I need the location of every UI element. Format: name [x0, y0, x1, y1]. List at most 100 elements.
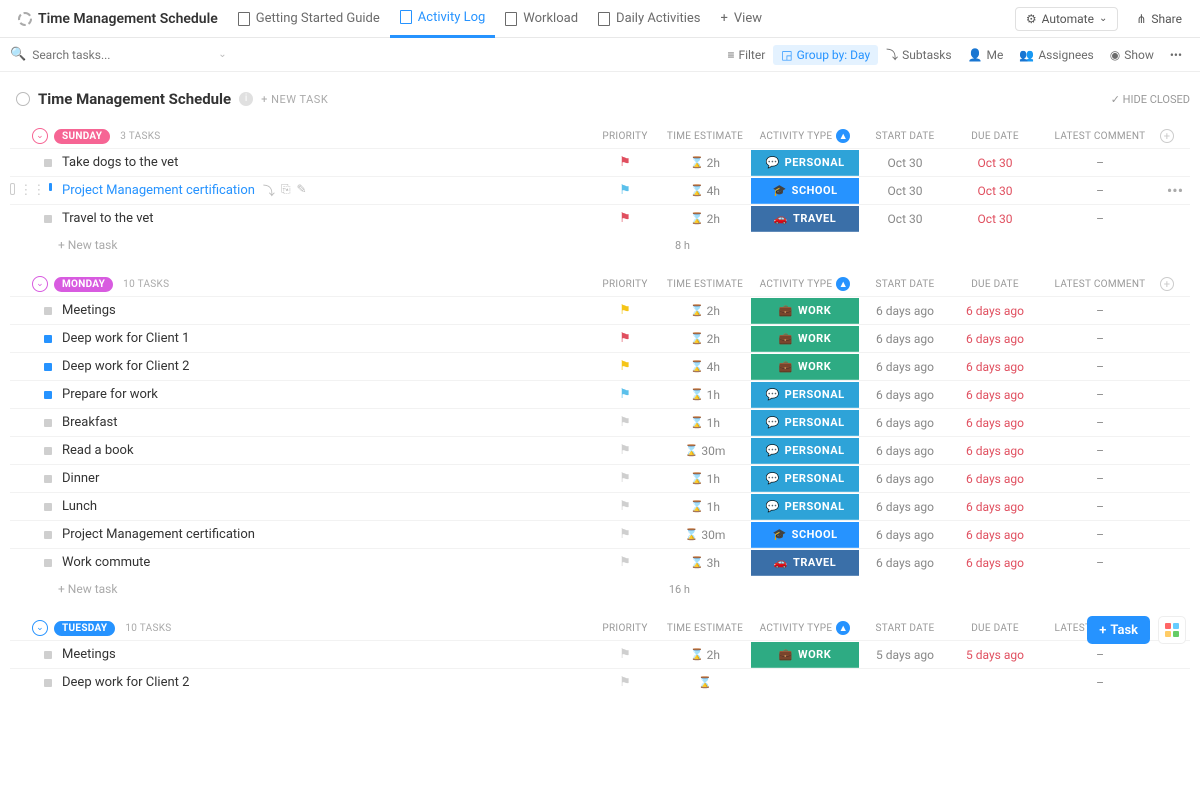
drag-icon[interactable]: ⋮⋮	[19, 183, 45, 198]
estimate-cell[interactable]: ⌛2h	[660, 212, 750, 226]
start-date-cell[interactable]: 6 days ago	[860, 304, 950, 318]
comment-cell[interactable]: –	[1040, 556, 1160, 570]
comment-cell[interactable]: –	[1040, 332, 1160, 346]
start-date-cell[interactable]: Oct 30	[860, 184, 950, 198]
search-input[interactable]	[32, 48, 152, 62]
tab--view[interactable]: +View	[711, 0, 773, 38]
estimate-cell[interactable]: ⌛2h	[660, 304, 750, 318]
task-row[interactable]: Deep work for Client 2⚑⌛4h💼WORK6 days ag…	[10, 352, 1190, 380]
activity-cell[interactable]: 🎓SCHOOL	[750, 522, 860, 548]
filter-option[interactable]: ≡Filter	[719, 45, 773, 65]
due-date-cell[interactable]: 6 days ago	[950, 444, 1040, 458]
priority-cell[interactable]: ⚑	[590, 211, 660, 226]
task-name[interactable]: Breakfast	[58, 415, 590, 430]
comment-cell[interactable]: –	[1040, 304, 1160, 318]
sort-icon[interactable]: ▲	[836, 621, 850, 635]
priority-cell[interactable]: ⚑	[590, 387, 660, 402]
start-date-cell[interactable]: 5 days ago	[860, 648, 950, 662]
due-date-cell[interactable]: 6 days ago	[950, 332, 1040, 346]
me-option[interactable]: 👤Me	[960, 45, 1012, 65]
comment-cell[interactable]: –	[1040, 648, 1160, 662]
subtask-icon[interactable]: ⤵	[263, 182, 275, 199]
task-name[interactable]: Lunch	[58, 499, 590, 514]
activity-cell[interactable]: 💼WORK	[750, 326, 860, 352]
collapse-icon[interactable]: ⌄	[32, 620, 48, 636]
activity-cell[interactable]: 💬PERSONAL	[750, 438, 860, 464]
add-column-button[interactable]: +	[1160, 277, 1190, 291]
priority-cell[interactable]: ⚑	[590, 183, 660, 198]
start-date-cell[interactable]: 6 days ago	[860, 500, 950, 514]
start-date-cell[interactable]: 6 days ago	[860, 388, 950, 402]
page-title-tab[interactable]: Time Management Schedule	[8, 0, 228, 38]
start-date-cell[interactable]: 6 days ago	[860, 444, 950, 458]
due-date-cell[interactable]: 6 days ago	[950, 416, 1040, 430]
priority-cell[interactable]: ⚑	[590, 303, 660, 318]
due-date-cell[interactable]: 5 days ago	[950, 648, 1040, 662]
estimate-cell[interactable]: ⌛1h	[660, 416, 750, 430]
task-name[interactable]: Prepare for work	[58, 387, 590, 402]
task-name[interactable]: Dinner	[58, 471, 590, 486]
tab-daily-activities[interactable]: Daily Activities	[588, 0, 710, 38]
comment-cell[interactable]: –	[1040, 472, 1160, 486]
task-row[interactable]: Dinner⚑⌛1h💬PERSONAL6 days ago6 days ago–	[10, 464, 1190, 492]
task-row[interactable]: Lunch⚑⌛1h💬PERSONAL6 days ago6 days ago–	[10, 492, 1190, 520]
activity-cell[interactable]: 🎓SCHOOL	[750, 178, 860, 204]
tab-workload[interactable]: Workload	[495, 0, 588, 38]
due-date-cell[interactable]: Oct 30	[950, 184, 1040, 198]
task-row[interactable]: Breakfast⚑⌛1h💬PERSONAL6 days ago6 days a…	[10, 408, 1190, 436]
estimate-cell[interactable]: ⌛30m	[660, 444, 750, 458]
task-name[interactable]: Deep work for Client 2	[58, 359, 590, 374]
task-row[interactable]: Project Management certification⚑⌛30m🎓SC…	[10, 520, 1190, 548]
link-icon[interactable]: ⎘	[281, 182, 291, 199]
start-date-cell[interactable]: 6 days ago	[860, 472, 950, 486]
task-row[interactable]: ⋮⋮Project Management certification⤵⎘✎⚑⌛4…	[10, 176, 1190, 204]
task-row[interactable]: Read a book⚑⌛30m💬PERSONAL6 days ago6 day…	[10, 436, 1190, 464]
activity-cell[interactable]: 💼WORK	[750, 642, 860, 668]
task-name[interactable]: Work commute	[58, 555, 590, 570]
comment-cell[interactable]: –	[1040, 212, 1160, 226]
group-badge[interactable]: MONDAY	[54, 277, 113, 292]
more-option[interactable]: •••	[1162, 45, 1190, 65]
group-badge[interactable]: SUNDAY	[54, 129, 110, 144]
activity-cell[interactable]: 💼WORK	[750, 298, 860, 324]
apps-fab[interactable]	[1158, 616, 1186, 644]
activity-cell[interactable]: 🚗TRAVEL	[750, 550, 860, 576]
due-date-cell[interactable]: 6 days ago	[950, 500, 1040, 514]
tab-activity-log[interactable]: Activity Log	[390, 0, 496, 38]
automate-button[interactable]: ⚙ Automate ⌄	[1015, 7, 1119, 31]
checkbox-icon[interactable]	[10, 183, 15, 195]
activity-cell[interactable]: 💬PERSONAL	[750, 466, 860, 492]
status-square-icon[interactable]	[44, 651, 52, 659]
share-button[interactable]: ⋔ Share	[1126, 8, 1192, 30]
due-date-cell[interactable]: 6 days ago	[950, 472, 1040, 486]
hide-closed-button[interactable]: ✓ HIDE CLOSED	[1111, 93, 1190, 106]
due-date-cell[interactable]: 6 days ago	[950, 556, 1040, 570]
start-date-cell[interactable]: 6 days ago	[860, 360, 950, 374]
due-date-cell[interactable]: 6 days ago	[950, 388, 1040, 402]
due-date-cell[interactable]: 6 days ago	[950, 304, 1040, 318]
task-row[interactable]: Work commute⚑⌛3h🚗TRAVEL6 days ago6 days …	[10, 548, 1190, 576]
comment-cell[interactable]: –	[1040, 156, 1160, 170]
estimate-cell[interactable]: ⌛3h	[660, 556, 750, 570]
estimate-cell[interactable]: ⌛1h	[660, 472, 750, 486]
comment-cell[interactable]: –	[1040, 528, 1160, 542]
comment-cell[interactable]: –	[1040, 444, 1160, 458]
task-name[interactable]: Project Management certification⤵⎘✎	[58, 182, 590, 199]
comment-cell[interactable]: –	[1040, 676, 1160, 690]
groupby-option[interactable]: ◲Group by: Day	[773, 45, 878, 65]
task-name[interactable]: Project Management certification	[58, 527, 590, 542]
start-date-cell[interactable]: 6 days ago	[860, 332, 950, 346]
comment-cell[interactable]: –	[1040, 360, 1160, 374]
activity-cell[interactable]: 💼WORK	[750, 354, 860, 380]
status-square-icon[interactable]	[49, 183, 52, 191]
show-option[interactable]: ◉Show	[1102, 45, 1162, 65]
task-row[interactable]: Deep work for Client 2⚑⌛–	[10, 668, 1190, 696]
start-date-cell[interactable]: 6 days ago	[860, 528, 950, 542]
priority-cell[interactable]: ⚑	[590, 675, 660, 690]
task-row[interactable]: Deep work for Client 1⚑⌛2h💼WORK6 days ag…	[10, 324, 1190, 352]
info-icon[interactable]: i	[239, 92, 253, 106]
activity-cell[interactable]: 💬PERSONAL	[750, 494, 860, 520]
new-task-fab[interactable]: +Task	[1087, 616, 1150, 644]
priority-cell[interactable]: ⚑	[590, 415, 660, 430]
status-square-icon[interactable]	[44, 447, 52, 455]
